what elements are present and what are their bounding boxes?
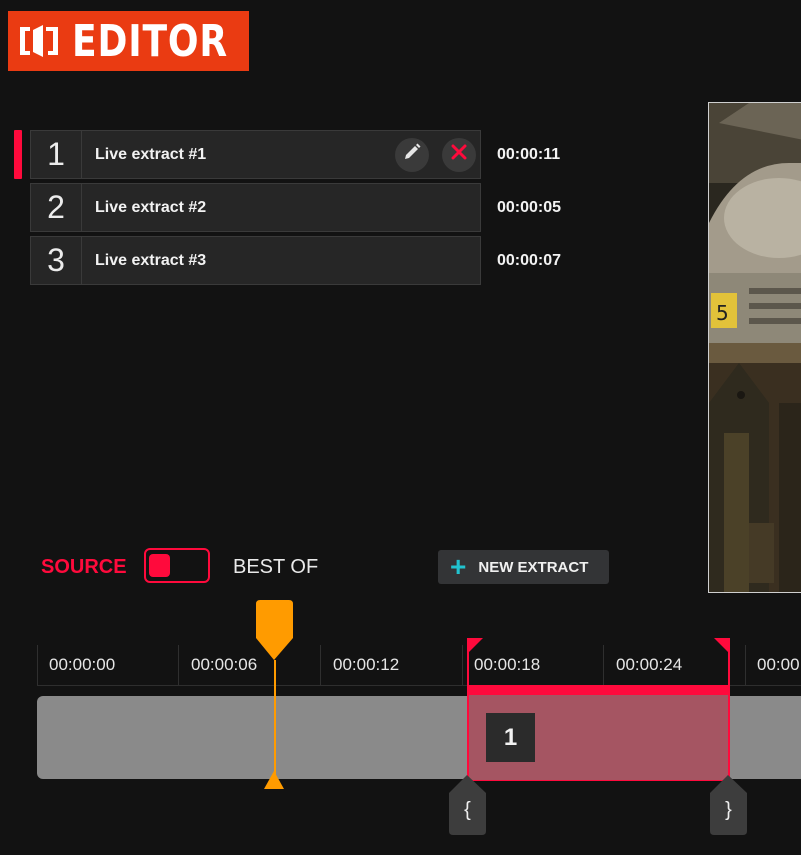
tick-line — [37, 645, 38, 685]
end-handle-label: } — [725, 799, 732, 821]
extract-index: 3 — [31, 237, 82, 284]
end-handle[interactable]: } — [710, 775, 747, 835]
edit-extract-button[interactable] — [395, 137, 429, 172]
new-extract-button[interactable]: + NEW EXTRACT — [438, 550, 609, 584]
playhead-line — [274, 660, 276, 775]
close-icon — [451, 144, 467, 165]
extract-item[interactable]: 1 Live extract #1 — [30, 130, 481, 179]
source-mode-label[interactable]: SOURCE — [41, 556, 127, 579]
start-handle[interactable]: { — [449, 775, 486, 835]
extract-name: Live extract #2 — [95, 198, 207, 216]
selected-indicator — [14, 130, 22, 179]
selection-end-edge — [728, 638, 730, 783]
extract-index: 2 — [31, 184, 82, 231]
pencil-icon — [403, 143, 421, 166]
extract-duration: 00:00:07 — [497, 252, 562, 269]
app-logo: EDITOR — [8, 11, 249, 71]
video-frame: 5 — [709, 103, 801, 592]
extract-item[interactable]: 2 Live extract #2 — [30, 183, 481, 232]
tick-label: 00:00:12 — [333, 655, 400, 674]
tick-line — [178, 645, 179, 685]
playhead[interactable] — [256, 600, 293, 790]
svg-text:5: 5 — [716, 301, 729, 325]
extract-row-3[interactable]: 3 Live extract #3 00:00:07 — [30, 236, 561, 285]
delete-extract-button[interactable] — [442, 137, 476, 172]
tick-label: 00:00:00 — [49, 655, 116, 674]
start-handle-label: { — [464, 799, 471, 821]
extract-name: Live extract #1 — [95, 145, 207, 163]
tick-line — [320, 645, 321, 685]
toggle-knob — [149, 554, 170, 577]
editor-logo-icon — [16, 21, 62, 61]
selection-badge: 1 — [486, 713, 535, 762]
tick-label: 00:00:30 — [757, 655, 801, 674]
selection-top-bar — [467, 685, 729, 695]
mode-toggle-switch[interactable] — [144, 548, 210, 583]
plus-icon: + — [450, 551, 467, 582]
app-title: EDITOR — [72, 15, 229, 67]
selection-start-edge — [467, 638, 469, 783]
extract-row-1[interactable]: 1 Live extract #1 00:00:11 — [14, 130, 560, 179]
extract-duration: 00:00:11 — [497, 146, 561, 163]
tick-line — [462, 645, 463, 685]
extract-duration: 00:00:05 — [497, 199, 562, 216]
tick-line — [745, 645, 746, 685]
bestof-mode-label[interactable]: BEST OF — [233, 556, 318, 579]
extract-row-2[interactable]: 2 Live extract #2 00:00:05 — [30, 183, 561, 232]
extract-item[interactable]: 3 Live extract #3 — [30, 236, 481, 285]
extract-index: 1 — [31, 131, 82, 178]
video-preview[interactable]: 5 — [708, 102, 801, 593]
tick-label: 00:00:06 — [191, 655, 258, 674]
new-extract-label: NEW EXTRACT — [478, 558, 589, 576]
selection-corner-markers — [467, 638, 730, 654]
extract-name: Live extract #3 — [95, 251, 207, 269]
